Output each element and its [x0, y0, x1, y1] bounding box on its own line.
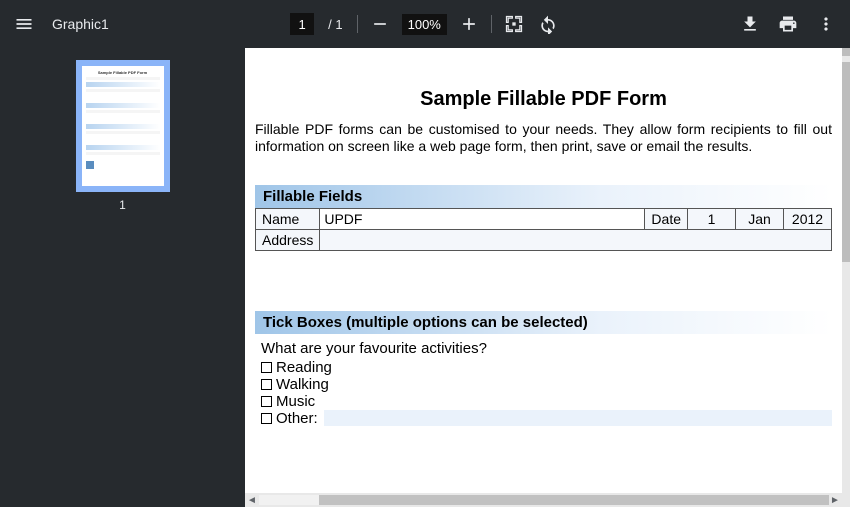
checkbox-walking[interactable]: Walking	[261, 376, 832, 393]
vertical-scrollbar[interactable]	[842, 48, 850, 507]
section-tick-boxes: Tick Boxes (multiple options can be sele…	[255, 311, 832, 334]
fields-table: Name UPDF Date 1 Jan 2012 Address	[255, 208, 832, 251]
download-icon[interactable]	[738, 12, 762, 36]
section-fillable-fields: Fillable Fields	[255, 185, 832, 208]
date-month-field[interactable]: Jan	[736, 208, 784, 229]
checkbox-icon	[261, 362, 272, 373]
menu-icon[interactable]	[12, 12, 36, 36]
address-field[interactable]	[320, 229, 832, 250]
address-label: Address	[256, 229, 320, 250]
print-icon[interactable]	[776, 12, 800, 36]
scroll-thumb[interactable]	[842, 62, 850, 262]
rotate-icon[interactable]	[536, 12, 560, 36]
scroll-up-icon[interactable]	[842, 48, 850, 56]
name-label: Name	[256, 208, 320, 229]
other-text-field[interactable]	[324, 410, 832, 426]
date-year-field[interactable]: 2012	[784, 208, 832, 229]
document-title: Graphic1	[52, 16, 109, 32]
form-intro: Fillable PDF forms can be customised to …	[255, 121, 832, 155]
page-number-input[interactable]	[290, 13, 314, 35]
horizontal-scrollbar[interactable]: ◄ ►	[245, 493, 842, 507]
page-thumbnail[interactable]: Sample Fillable PDF Form	[76, 60, 170, 192]
thumbnail-label: 1	[119, 198, 126, 212]
date-label: Date	[645, 208, 688, 229]
checkbox-icon	[261, 379, 272, 390]
activities-question: What are your favourite activities?	[261, 340, 832, 357]
scroll-thumb[interactable]	[319, 495, 829, 505]
date-day-field[interactable]: 1	[688, 208, 736, 229]
name-field[interactable]: UPDF	[320, 208, 645, 229]
checkbox-other[interactable]: Other:	[261, 410, 832, 427]
checkbox-music[interactable]: Music	[261, 393, 832, 410]
divider	[491, 15, 492, 33]
zoom-in-icon[interactable]	[457, 12, 481, 36]
zoom-level: 100%	[402, 14, 447, 35]
fit-page-icon[interactable]	[502, 12, 526, 36]
toolbar: Graphic1 / 1 100%	[0, 0, 850, 48]
scroll-track[interactable]	[259, 495, 828, 505]
checkbox-icon	[261, 396, 272, 407]
pdf-page: Sample Fillable PDF Form Fillable PDF fo…	[245, 48, 842, 493]
zoom-out-icon[interactable]	[368, 12, 392, 36]
document-viewport: Sample Fillable PDF Form Fillable PDF fo…	[245, 48, 850, 507]
more-icon[interactable]	[814, 12, 838, 36]
form-title: Sample Fillable PDF Form	[255, 88, 832, 111]
scroll-right-icon[interactable]: ►	[828, 493, 842, 507]
checkbox-icon	[261, 413, 272, 424]
checkbox-reading[interactable]: Reading	[261, 359, 832, 376]
thumbnail-sidebar: Sample Fillable PDF Form 1	[0, 48, 245, 507]
divider	[357, 15, 358, 33]
page-total: / 1	[324, 17, 346, 32]
scroll-left-icon[interactable]: ◄	[245, 493, 259, 507]
